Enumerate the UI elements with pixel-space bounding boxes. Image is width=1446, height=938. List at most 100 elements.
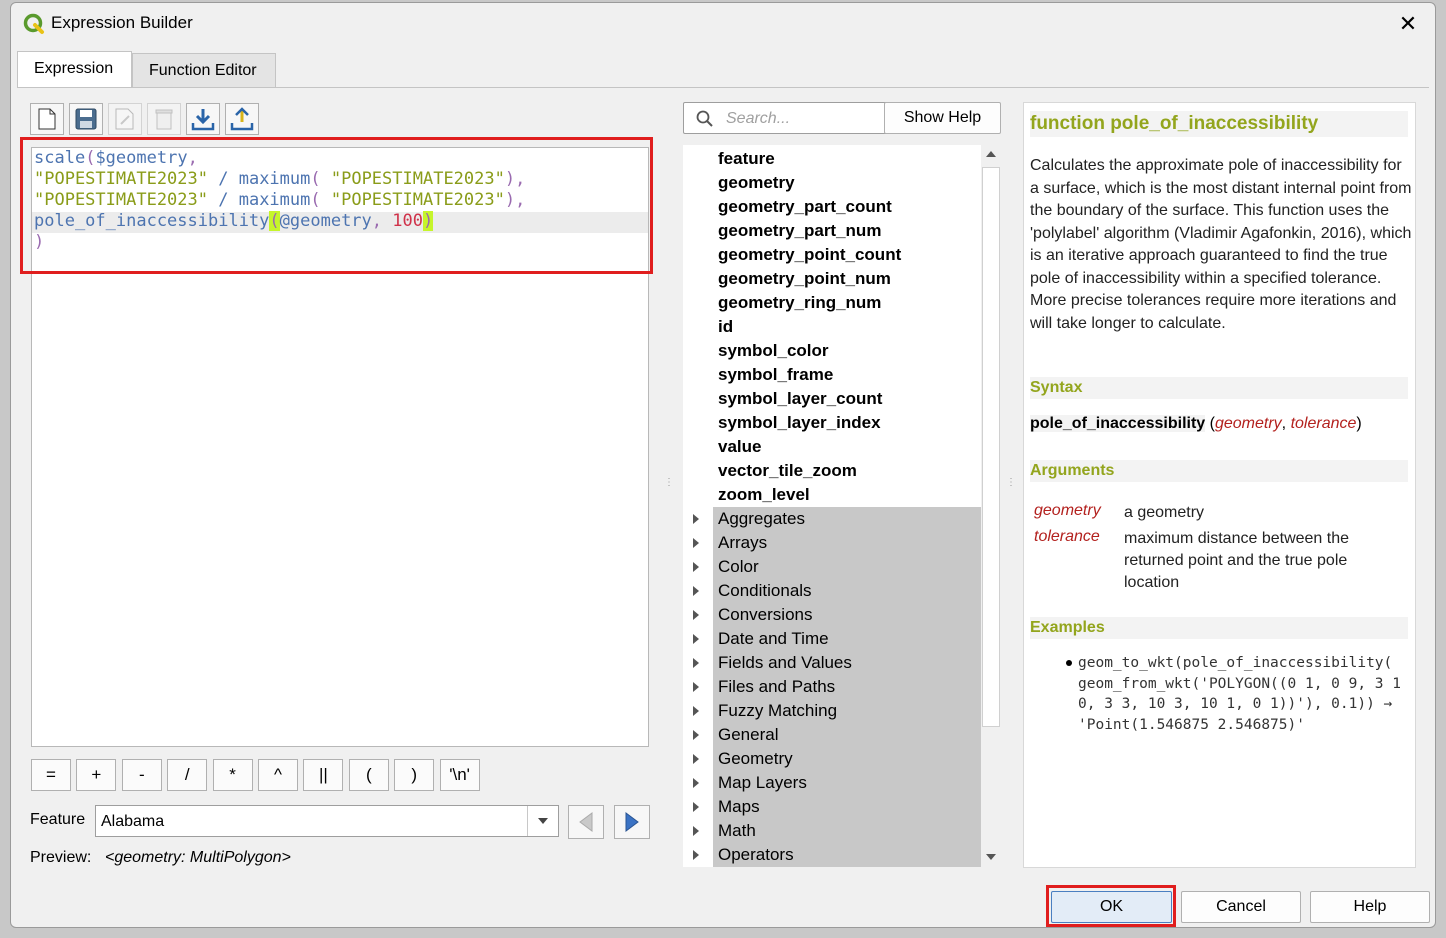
operator-plus-button[interactable]: + xyxy=(76,759,117,791)
tree-group[interactable]: Files and Paths xyxy=(713,675,981,699)
tree-group[interactable]: Maps xyxy=(713,795,981,819)
syntax-heading: Syntax xyxy=(1030,377,1408,399)
tree-scrollbar[interactable] xyxy=(981,145,1001,867)
tree-item[interactable]: symbol_color xyxy=(683,339,981,363)
tab-function-editor[interactable]: Function Editor xyxy=(132,53,276,87)
splitter-handle[interactable]: ⋮ xyxy=(1006,477,1016,501)
tree-item-label: geometry_ring_num xyxy=(718,293,882,312)
expand-arrow-icon[interactable] xyxy=(693,610,699,620)
operator-divide-button[interactable]: / xyxy=(167,759,208,791)
tree-group[interactable]: Conditionals xyxy=(713,579,981,603)
expand-arrow-icon[interactable] xyxy=(693,658,699,668)
operator-close-paren-button[interactable]: ) xyxy=(394,759,435,791)
tab-expression[interactable]: Expression xyxy=(17,51,132,88)
tree-item[interactable]: geometry_ring_num xyxy=(683,291,981,315)
show-help-button[interactable]: Show Help xyxy=(884,102,1001,134)
expand-arrow-icon[interactable] xyxy=(693,562,699,572)
operator-minus-button[interactable]: - xyxy=(121,759,162,791)
tree-item[interactable]: geometry_part_num xyxy=(683,219,981,243)
tree-item-label: vector_tile_zoom xyxy=(718,461,857,480)
tree-group[interactable]: Conversions xyxy=(713,603,981,627)
chevron-down-icon[interactable] xyxy=(527,806,558,836)
close-icon[interactable]: ✕ xyxy=(1395,11,1421,37)
tree-item-label: symbol_layer_count xyxy=(718,389,883,408)
next-feature-button[interactable] xyxy=(614,805,650,839)
syntax-close: ) xyxy=(1356,415,1362,432)
tree-group[interactable]: Math xyxy=(713,819,981,843)
expand-arrow-icon[interactable] xyxy=(693,706,699,716)
expand-arrow-icon[interactable] xyxy=(693,730,699,740)
tree-group[interactable]: Color xyxy=(713,555,981,579)
expand-arrow-icon[interactable] xyxy=(693,634,699,644)
scrollbar-thumb[interactable] xyxy=(982,167,1000,727)
edit-button[interactable] xyxy=(108,103,142,135)
tree-group[interactable]: Geometry xyxy=(713,747,981,771)
tree-group-label: Operators xyxy=(718,845,794,864)
previous-feature-button[interactable] xyxy=(568,805,604,839)
tree-item-label: symbol_frame xyxy=(718,365,834,384)
tree-group[interactable]: Map Layers xyxy=(713,771,981,795)
tree-item-label: geometry_part_num xyxy=(718,221,882,240)
qgis-logo-icon xyxy=(23,13,44,34)
scroll-down-icon[interactable] xyxy=(985,853,997,861)
tree-group-label: Files and Paths xyxy=(718,677,836,696)
expand-arrow-icon[interactable] xyxy=(693,586,699,596)
tree-item[interactable]: geometry xyxy=(683,171,981,195)
tree-item[interactable]: value xyxy=(683,435,981,459)
expand-arrow-icon[interactable] xyxy=(693,682,699,692)
import-button[interactable] xyxy=(186,103,220,135)
operator-equals-button[interactable]: = xyxy=(31,759,71,791)
operator-concat-button[interactable]: || xyxy=(303,759,344,791)
expand-arrow-icon[interactable] xyxy=(693,754,699,764)
expand-arrow-icon[interactable] xyxy=(693,850,699,860)
help-button[interactable]: Help xyxy=(1310,891,1430,923)
tree-group[interactable]: Fuzzy Matching xyxy=(713,699,981,723)
delete-button[interactable] xyxy=(147,103,181,135)
tree-item[interactable]: id xyxy=(683,315,981,339)
preview-label: Preview: xyxy=(30,849,92,866)
expression-builder-dialog: Expression Builder ✕ Expression Function… xyxy=(10,2,1436,928)
argument-name: geometry xyxy=(1034,502,1101,519)
argument-description: a geometry xyxy=(1124,504,1205,521)
tree-item[interactable]: symbol_frame xyxy=(683,363,981,387)
operator-open-paren-button[interactable]: ( xyxy=(348,759,389,791)
tree-item[interactable]: geometry_part_count xyxy=(683,195,981,219)
tree-group[interactable]: Aggregates xyxy=(713,507,981,531)
tree-group[interactable]: Arrays xyxy=(713,531,981,555)
operator-newline-button[interactable]: '\n' xyxy=(439,759,480,791)
scroll-up-icon[interactable] xyxy=(985,150,997,158)
cancel-button[interactable]: Cancel xyxy=(1181,891,1301,923)
expand-arrow-icon[interactable] xyxy=(693,538,699,548)
expand-arrow-icon[interactable] xyxy=(693,826,699,836)
search-input[interactable]: Search... xyxy=(683,102,902,134)
splitter-handle[interactable]: ⋮ xyxy=(664,477,674,501)
save-button[interactable] xyxy=(69,103,103,135)
tab-divider xyxy=(17,87,1429,88)
tree-group[interactable]: Fields and Values xyxy=(713,651,981,675)
help-panel: function pole_of_inaccessibility Calcula… xyxy=(1023,102,1416,868)
upload-icon xyxy=(230,107,254,131)
expand-arrow-icon[interactable] xyxy=(693,778,699,788)
operator-power-button[interactable]: ^ xyxy=(258,759,298,791)
tree-item[interactable]: feature xyxy=(683,147,981,171)
tree-group[interactable]: Operators xyxy=(713,843,981,867)
tree-item[interactable]: geometry_point_num xyxy=(683,267,981,291)
tree-item[interactable]: geometry_point_count xyxy=(683,243,981,267)
tree-item-label: geometry xyxy=(718,173,795,192)
new-file-button[interactable] xyxy=(30,103,64,135)
expand-arrow-icon[interactable] xyxy=(693,514,699,524)
tree-item[interactable]: symbol_layer_index xyxy=(683,411,981,435)
save-icon xyxy=(75,108,97,130)
function-tree[interactable]: feature geometry geometry_part_countgeomet… xyxy=(683,145,1001,867)
export-button[interactable] xyxy=(225,103,259,135)
expand-arrow-icon[interactable] xyxy=(693,802,699,812)
operator-multiply-button[interactable]: * xyxy=(212,759,253,791)
tree-item[interactable]: zoom_level xyxy=(683,483,981,507)
tree-item[interactable]: symbol_layer_count xyxy=(683,387,981,411)
tree-group[interactable]: Date and Time xyxy=(713,627,981,651)
search-icon xyxy=(696,110,713,127)
syntax-open: ( xyxy=(1205,415,1215,432)
tree-item[interactable]: vector_tile_zoom xyxy=(683,459,981,483)
feature-combobox[interactable]: Alabama xyxy=(95,805,559,837)
tree-group[interactable]: General xyxy=(713,723,981,747)
